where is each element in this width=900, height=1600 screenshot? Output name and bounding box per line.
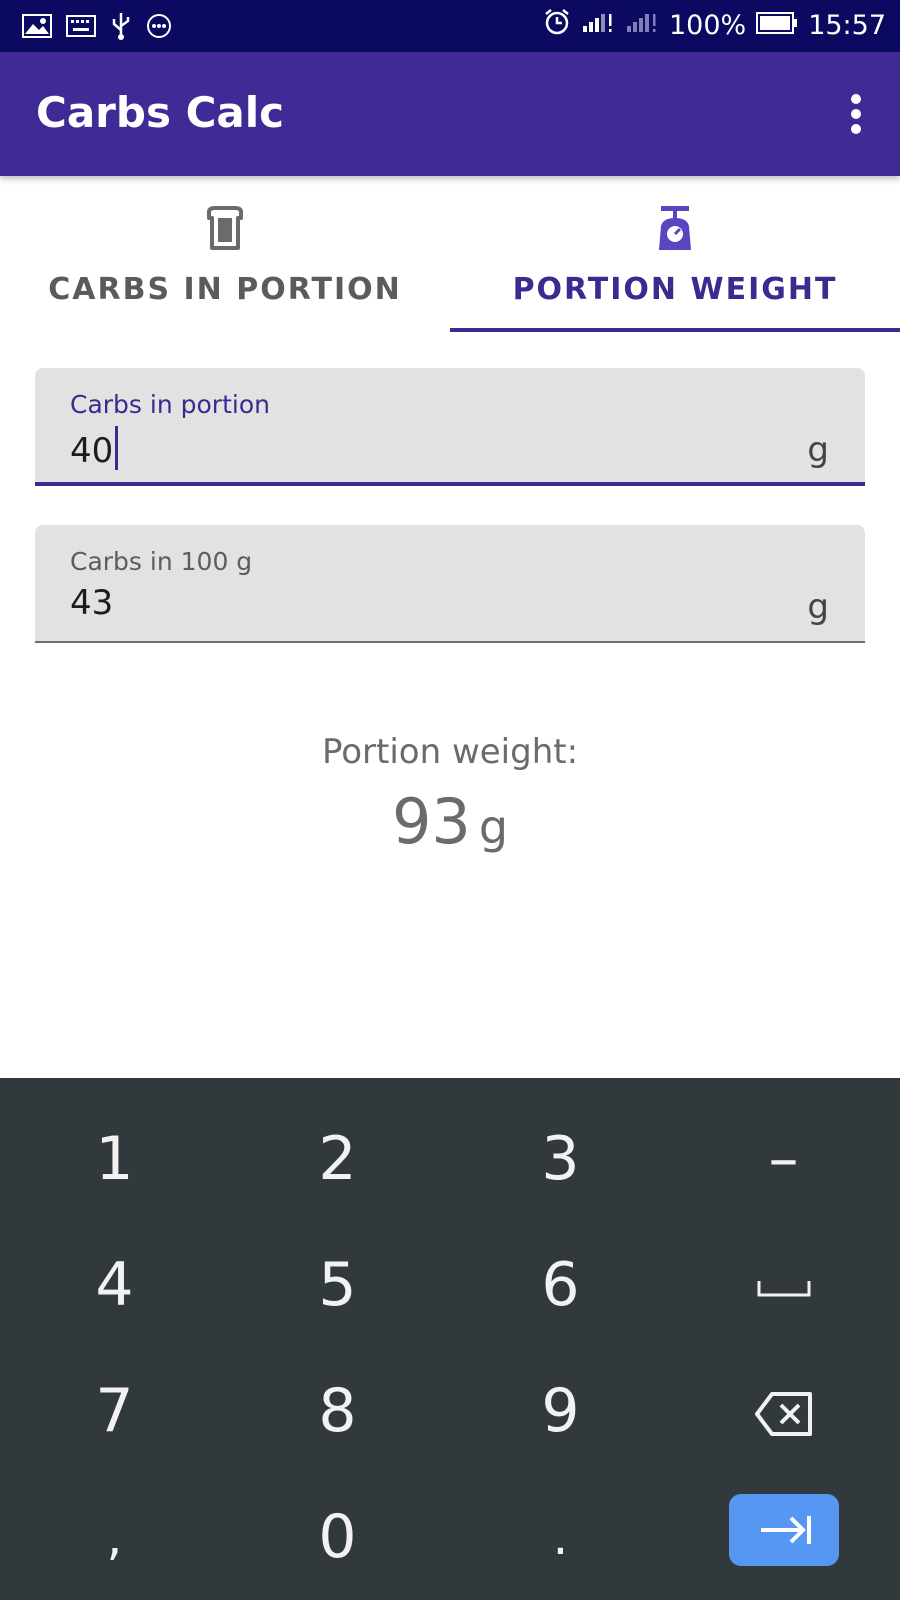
result-number: 93 [391,785,471,858]
tab-label: PORTION WEIGHT [512,272,838,307]
carbs-in-100g-field[interactable]: Carbs in 100 g 43 g [35,525,865,643]
result-value: 93 g [0,785,900,858]
usb-icon [110,12,132,44]
battery-icon [756,10,798,41]
carbs-in-portion-input[interactable]: 40 [70,426,119,471]
period-key[interactable]: . [448,1474,673,1600]
keyboard-icon [66,14,96,42]
tab-arrow-icon [761,1516,811,1544]
key-9[interactable]: 9 [448,1348,673,1474]
text-cursor [115,426,119,470]
field-underline [35,482,865,486]
scale-icon [651,204,699,252]
alarm-icon [543,8,571,43]
image-icon [22,14,52,42]
status-bar: 100% 15:57 [0,0,900,52]
app-title: Carbs Calc [36,88,285,137]
field-label: Carbs in 100 g [70,547,253,576]
key-1[interactable]: 1 [2,1096,227,1222]
tab-carbs-in-portion[interactable]: CARBS IN PORTION [0,176,450,332]
signal-icon [581,10,615,41]
key-3[interactable]: 3 [448,1096,673,1222]
tab-label: CARBS IN PORTION [48,272,402,307]
carbs-in-portion-field[interactable]: Carbs in portion 40 g [35,368,865,486]
comma-key[interactable]: , [2,1474,227,1600]
space-key[interactable] [671,1222,896,1348]
bread-icon [201,204,249,252]
field-underline [35,641,865,643]
signal-2-icon [625,10,659,41]
field-label: Carbs in portion [70,390,270,419]
next-field-button[interactable] [729,1494,839,1566]
key-0[interactable]: 0 [225,1474,450,1600]
tab-bar: CARBS IN PORTION PORTION WEIGHT [0,176,900,332]
backspace-key[interactable] [671,1348,896,1474]
overflow-menu-icon[interactable] [850,94,862,134]
app-bar: Carbs Calc [0,52,900,176]
unit-suffix: g [807,587,829,627]
more-notifications-icon [146,13,172,43]
backspace-icon [754,1392,812,1437]
key-6[interactable]: 6 [448,1222,673,1348]
unit-suffix: g [807,430,829,470]
battery-percent: 100% [668,10,747,41]
key-7[interactable]: 7 [2,1348,227,1474]
key-4[interactable]: 4 [2,1222,227,1348]
input-value: 40 [70,431,114,471]
minus-key[interactable]: – [671,1096,896,1222]
space-icon [757,1281,810,1297]
tab-indicator [450,328,900,332]
clock: 15:57 [808,10,886,41]
key-5[interactable]: 5 [225,1222,450,1348]
carbs-in-100g-input[interactable]: 43 [70,583,113,623]
tab-portion-weight[interactable]: PORTION WEIGHT [450,176,900,332]
result-label: Portion weight: [321,732,579,772]
result-unit: g [478,800,509,854]
key-8[interactable]: 8 [225,1348,450,1474]
key-2[interactable]: 2 [225,1096,450,1222]
